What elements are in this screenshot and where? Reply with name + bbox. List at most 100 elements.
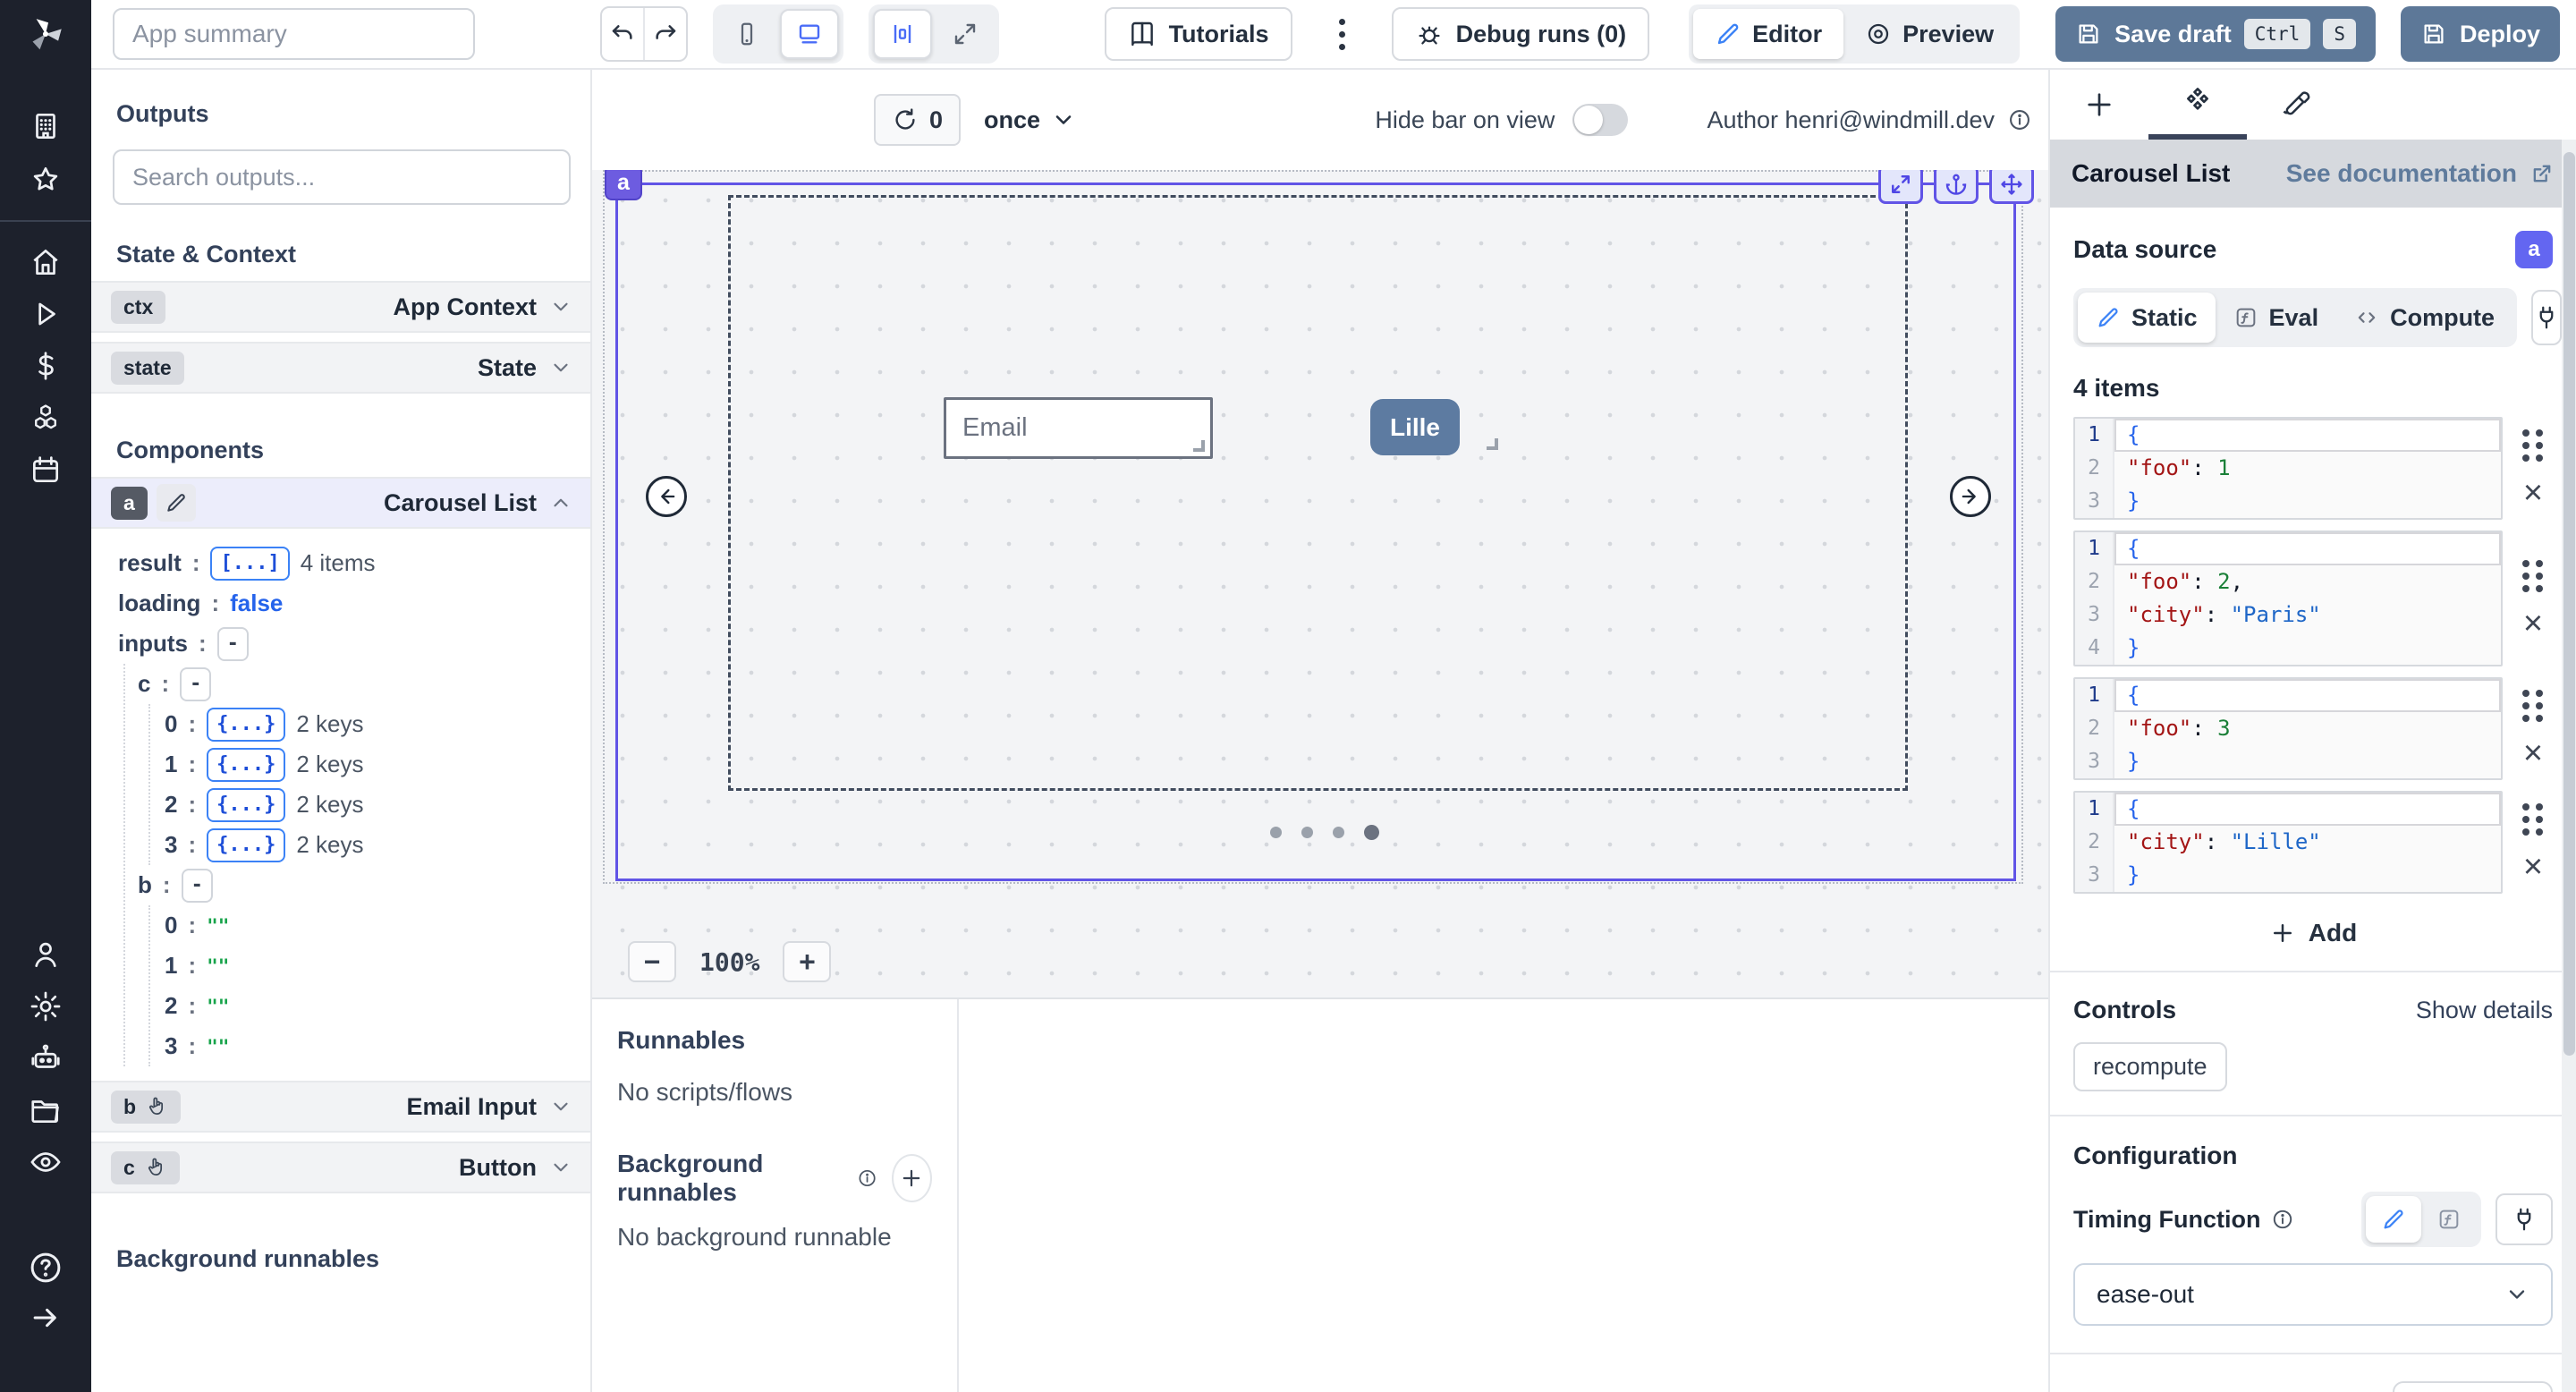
dollar-icon[interactable] — [29, 349, 63, 383]
play-icon[interactable] — [29, 297, 63, 331]
carousel-prev-button[interactable] — [646, 476, 687, 517]
desktop-view-button[interactable] — [780, 9, 839, 59]
center-layout-button[interactable] — [873, 9, 932, 59]
star-icon[interactable] — [29, 163, 63, 197]
app-summary-input[interactable] — [113, 8, 475, 60]
anchor-component-button[interactable] — [1934, 170, 1979, 204]
expand-array-button[interactable]: [...] — [210, 547, 289, 581]
robot-icon[interactable] — [29, 1041, 63, 1075]
hide-bar-toggle[interactable] — [1572, 104, 1628, 136]
redo-button[interactable] — [643, 8, 685, 60]
timing-plug-button[interactable] — [2496, 1193, 2553, 1245]
component-c-row[interactable]: c Button — [91, 1142, 590, 1193]
component-b-row[interactable]: b Email Input — [91, 1081, 590, 1133]
state-row[interactable]: state State — [91, 342, 590, 394]
ctx-row[interactable]: ctx App Context — [91, 281, 590, 333]
timing-static-button[interactable] — [2366, 1196, 2421, 1243]
tutorials-button[interactable]: Tutorials — [1105, 7, 1292, 61]
delete-item-button[interactable]: × — [2523, 610, 2543, 637]
search-outputs-input[interactable] — [113, 149, 571, 205]
delete-item-button[interactable]: × — [2523, 853, 2543, 880]
calendar-icon[interactable] — [29, 453, 63, 487]
carousel-dot[interactable] — [1301, 827, 1313, 838]
collapse-arrow-icon[interactable] — [29, 1301, 63, 1335]
styling-show-button[interactable]: Show — [2393, 1381, 2553, 1392]
move-component-button[interactable] — [1989, 170, 2034, 204]
drag-handle-icon[interactable] — [2522, 690, 2544, 722]
zoom-in-button[interactable]: + — [783, 941, 831, 982]
controls-title: Controls — [2073, 996, 2176, 1024]
expand-object-button[interactable]: {...} — [207, 788, 285, 822]
drag-handle-icon[interactable] — [2522, 560, 2544, 592]
see-documentation-link[interactable]: See documentation — [2286, 159, 2555, 188]
collapse-node-button[interactable]: - — [217, 627, 249, 661]
delete-item-button[interactable]: × — [2523, 740, 2543, 767]
json-item-editor-4[interactable]: 1{2"city": "Lille"3} — [2073, 791, 2503, 894]
user-icon[interactable] — [29, 938, 63, 972]
json-item-editor-2[interactable]: 1{2"foo": 2,3"city": "Paris"4} — [2073, 530, 2503, 666]
drag-handle-icon[interactable] — [2522, 803, 2544, 836]
styling-tab[interactable] — [2247, 70, 2345, 140]
function-icon — [2436, 1207, 2462, 1232]
home-icon[interactable] — [29, 245, 63, 279]
gear-icon[interactable] — [29, 989, 63, 1023]
expand-component-button[interactable] — [1878, 170, 1923, 204]
mobile-view-button[interactable] — [717, 9, 776, 59]
windmill-logo[interactable] — [22, 11, 69, 57]
add-item-button[interactable]: Add — [2073, 919, 2553, 947]
email-input-component[interactable]: Email — [944, 397, 1213, 459]
fullwidth-layout-button[interactable] — [936, 9, 995, 59]
expand-object-button[interactable]: {...} — [207, 748, 285, 782]
drag-handle-icon[interactable] — [2522, 429, 2544, 462]
button-component[interactable]: Lille — [1370, 399, 1460, 455]
compute-mode-button[interactable]: Compute — [2336, 293, 2512, 343]
eye-icon[interactable] — [29, 1145, 63, 1179]
refresh-counter-button[interactable]: 0 — [874, 94, 961, 146]
timing-eval-button[interactable] — [2421, 1196, 2477, 1243]
zoom-out-button[interactable]: − — [628, 941, 676, 982]
delete-item-button[interactable]: × — [2523, 480, 2543, 506]
scrollbar-thumb[interactable] — [2563, 152, 2575, 1056]
editor-tab[interactable]: Editor — [1693, 9, 1843, 59]
more-menu-icon[interactable] — [1330, 10, 1354, 59]
folder-icon[interactable] — [29, 1093, 63, 1127]
undo-button[interactable] — [602, 8, 643, 60]
recompute-button[interactable]: recompute — [2073, 1042, 2227, 1091]
timing-function-select[interactable]: ease-out — [2073, 1263, 2553, 1326]
deploy-button[interactable]: Deploy — [2401, 6, 2560, 62]
buildings-icon[interactable] — [29, 109, 63, 143]
carousel-dot[interactable] — [1270, 827, 1282, 838]
component-a-row[interactable]: a Carousel List — [91, 477, 590, 529]
save-draft-button[interactable]: Save draft Ctrl S — [2055, 6, 2376, 62]
rename-pencil-icon[interactable] — [157, 484, 196, 522]
scrollbar[interactable] — [2562, 140, 2576, 1392]
show-details-link[interactable]: Show details — [2416, 997, 2553, 1024]
collapse-node-button[interactable]: - — [180, 667, 211, 701]
expand-object-button[interactable]: {...} — [207, 828, 285, 862]
carousel-content-area[interactable] — [728, 195, 1908, 791]
resize-handle[interactable] — [1487, 438, 1498, 450]
collapse-node-button[interactable]: - — [182, 869, 213, 903]
carousel-dot-active[interactable] — [1364, 825, 1379, 840]
component-settings-panel: Carousel List See documentation Data sou… — [2048, 70, 2576, 1392]
cubes-icon[interactable] — [29, 401, 63, 435]
debug-runs-button[interactable]: Debug runs (0) — [1392, 7, 1650, 61]
tree-item-object-0: 0:{...}2 keys — [165, 704, 590, 744]
app-canvas[interactable]: a Email — [592, 170, 2048, 997]
add-background-runnable-button[interactable] — [892, 1154, 932, 1202]
carousel-next-button[interactable] — [1950, 476, 1991, 517]
json-item-editor-3[interactable]: 1{2"foo": 33} — [2073, 677, 2503, 780]
eval-mode-button[interactable]: Eval — [2216, 293, 2337, 343]
pointer-hand-icon — [144, 1156, 167, 1179]
refresh-mode-dropdown[interactable]: once — [984, 106, 1076, 134]
json-item-editor-1[interactable]: 1{2"foo": 13} — [2073, 417, 2503, 520]
component-settings-tab[interactable] — [2148, 70, 2247, 140]
preview-tab[interactable]: Preview — [1843, 9, 2015, 59]
carousel-dot[interactable] — [1333, 827, 1344, 838]
static-mode-button[interactable]: Static — [2078, 293, 2216, 343]
resize-handle[interactable] — [1193, 440, 1205, 452]
insert-component-tab[interactable] — [2050, 70, 2148, 140]
help-icon[interactable] — [27, 1249, 64, 1286]
connect-plug-button[interactable] — [2531, 290, 2562, 345]
expand-object-button[interactable]: {...} — [207, 708, 285, 742]
